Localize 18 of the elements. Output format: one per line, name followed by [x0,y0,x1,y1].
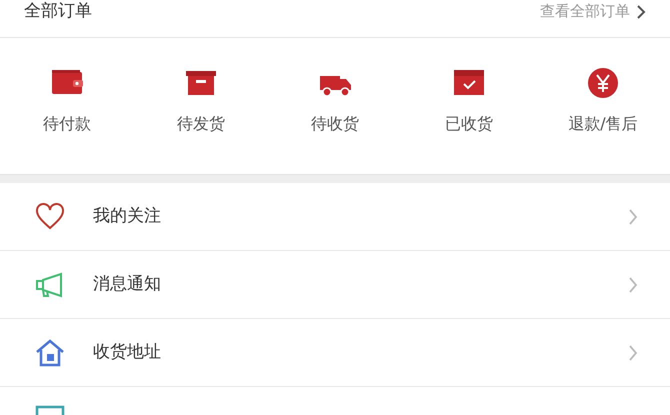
menu-row[interactable]: 消息通知 [0,251,670,319]
chevron-right-icon [628,344,638,362]
menu-label: 收货地址 [93,340,162,364]
order-status-label[interactable]: 退款/售后 [568,112,638,136]
house-icon [34,336,66,368]
menu-label: 我的关注 [93,204,162,228]
order-status-label[interactable]: 待发货 [177,112,225,136]
order-status-label[interactable]: 已收货 [445,112,493,136]
order-status-label[interactable]: 待付款 [43,112,91,136]
menu-row[interactable]: 我的关注 [0,183,670,251]
order-status-label[interactable]: 待收货 [311,112,359,136]
yen-coin-icon[interactable] [585,66,621,100]
menu-label: 消息通知 [93,272,162,296]
orders-title: 全部订单 [24,0,92,23]
chevron-right-icon [628,208,638,226]
chevron-right-icon [636,4,646,20]
chevron-right-icon [628,276,638,294]
menu-row[interactable]: 收货地址 [0,319,670,387]
